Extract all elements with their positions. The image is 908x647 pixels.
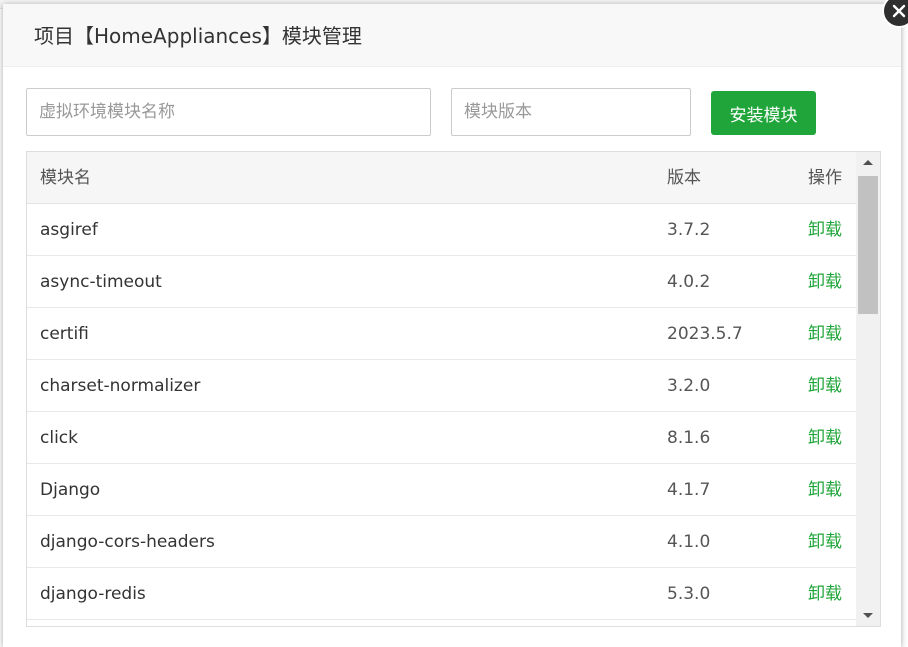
table-body: asgiref 3.7.2 卸载 async-timeout 4.0.2 卸载 … (27, 204, 856, 626)
uninstall-link[interactable]: 卸载 (808, 256, 842, 308)
module-version: 5.3.0 (667, 584, 711, 604)
uninstall-link[interactable]: 卸载 (808, 204, 842, 256)
module-name-input[interactable] (26, 88, 431, 136)
table-row: async-timeout 4.0.2 卸载 (27, 256, 856, 308)
install-module-button[interactable]: 安装模块 (711, 91, 816, 135)
module-name: charset-normalizer (40, 376, 201, 396)
module-table: 模块名 版本 操作 asgiref 3.7.2 卸载 async-timeout… (26, 151, 881, 627)
uninstall-link[interactable]: 卸载 (808, 360, 842, 412)
module-version: 4.0.2 (667, 272, 711, 292)
column-header-version: 版本 (667, 168, 701, 188)
module-version: 2023.5.7 (667, 324, 743, 344)
table-row: charset-normalizer 3.2.0 卸载 (27, 360, 856, 412)
scroll-down-arrow-icon[interactable] (856, 606, 880, 626)
column-header-name: 模块名 (40, 168, 91, 188)
dialog-title: 项目【HomeAppliances】模块管理 (34, 24, 362, 48)
scroll-up-arrow-icon[interactable] (856, 152, 880, 172)
column-header-action: 操作 (808, 168, 842, 188)
table-row: asgiref 3.7.2 卸载 (27, 204, 856, 256)
table-row: Django 4.1.7 卸载 (27, 464, 856, 516)
uninstall-link[interactable]: 卸载 (808, 568, 842, 620)
table-row: django-redis 5.3.0 卸载 (27, 568, 856, 620)
table-row: click 8.1.6 卸载 (27, 412, 856, 464)
module-version: 8.1.6 (667, 428, 711, 448)
table-row (27, 620, 856, 626)
uninstall-link[interactable]: 卸载 (808, 412, 842, 464)
module-version: 4.1.7 (667, 480, 711, 500)
module-version-input[interactable] (451, 88, 691, 136)
module-version: 3.7.2 (667, 220, 711, 240)
table-row: django-cors-headers 4.1.0 卸载 (27, 516, 856, 568)
uninstall-link[interactable]: 卸载 (808, 516, 842, 568)
module-name: click (40, 428, 78, 448)
dialog-header: 项目【HomeAppliances】模块管理 (3, 4, 901, 67)
uninstall-link[interactable]: 卸载 (808, 464, 842, 516)
module-name: django-cors-headers (40, 532, 215, 552)
module-name: async-timeout (40, 272, 162, 292)
module-name: django-redis (40, 584, 146, 604)
module-name: Django (40, 480, 101, 500)
module-name: asgiref (40, 220, 98, 240)
module-version: 3.2.0 (667, 376, 711, 396)
module-version: 4.1.0 (667, 532, 711, 552)
table-row: certifi 2023.5.7 卸载 (27, 308, 856, 360)
module-management-dialog: 项目【HomeAppliances】模块管理 安装模块 模块名 版本 操作 as… (3, 4, 901, 647)
table-scrollbar[interactable] (856, 152, 880, 626)
scrollbar-thumb[interactable] (858, 176, 878, 314)
module-name: certifi (40, 324, 89, 344)
table-header: 模块名 版本 操作 (27, 152, 856, 204)
uninstall-link[interactable]: 卸载 (808, 308, 842, 360)
